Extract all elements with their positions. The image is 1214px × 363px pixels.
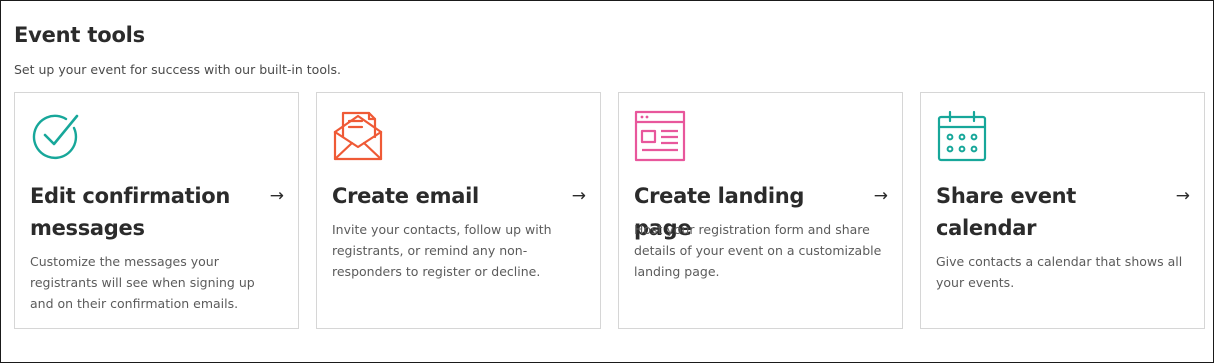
card-create-landing-page[interactable]: Create landing page → Host your registra… (618, 92, 903, 329)
card-edit-confirmation-messages[interactable]: Edit confirmation messages → Customize t… (14, 92, 299, 329)
arrow-right-icon[interactable]: → (874, 187, 888, 205)
event-tools-panel: Event tools Set up your event for succes… (0, 0, 1214, 363)
calendar-icon (937, 110, 987, 162)
card-share-event-calendar[interactable]: Share event calendar → Give contacts a c… (920, 92, 1205, 329)
card-title: Share event calendar (936, 184, 1077, 240)
card-create-email[interactable]: Create email → Invite your contacts, fol… (316, 92, 601, 329)
arrow-right-icon[interactable]: → (1176, 187, 1190, 205)
check-circle-icon (32, 114, 79, 160)
card-title: Create email (332, 184, 479, 208)
envelope-letter-icon (333, 111, 383, 161)
card-description: Invite your contacts, follow up with reg… (332, 222, 552, 279)
browser-window-icon (634, 110, 686, 162)
section-subtitle: Set up your event for success with our b… (14, 62, 341, 77)
section-title: Event tools (14, 23, 145, 47)
card-description: Customize the messages your registrants … (30, 254, 255, 311)
arrow-right-icon[interactable]: → (270, 187, 284, 205)
card-description: Give contacts a calendar that shows all … (936, 254, 1183, 290)
arrow-right-icon[interactable]: → (572, 187, 586, 205)
card-description: Host your registration form and share de… (634, 222, 882, 279)
card-title: Edit confirmation messages (30, 184, 231, 240)
